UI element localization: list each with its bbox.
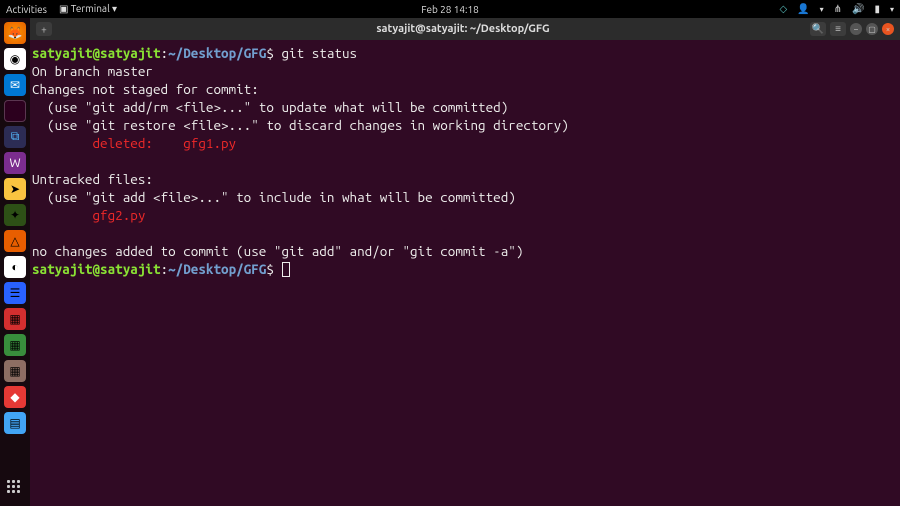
- app-menu[interactable]: ▣ Terminal ▾: [59, 3, 117, 15]
- wifi-icon: ⋔: [834, 3, 842, 15]
- prompt-dollar: $: [266, 45, 274, 61]
- output-line: (use "git add/rm <file>..." to update wh…: [32, 99, 508, 115]
- terminal-body[interactable]: satyajit@satyajit:~/Desktop/GFG$ git sta…: [30, 40, 900, 506]
- top-panel: Activities ▣ Terminal ▾ Feb 28 14:18 ◇ 👤…: [0, 0, 900, 18]
- dock-arrow[interactable]: ➤: [4, 178, 26, 200]
- dock-vscode[interactable]: ⧉: [4, 126, 26, 148]
- prompt-user: satyajit@satyajit: [32, 261, 161, 277]
- terminal-window: + satyajit@satyajit: ~/Desktop/GFG 🔍 ≡ –…: [30, 18, 900, 506]
- output-line: no changes added to commit (use "git add…: [32, 243, 523, 259]
- dock-app14[interactable]: ▦: [4, 360, 26, 382]
- chevron-down-icon: ▾: [890, 5, 894, 14]
- activities-button[interactable]: Activities: [6, 4, 47, 15]
- dock-outlook[interactable]: ✉: [4, 74, 26, 96]
- minimize-button[interactable]: –: [850, 23, 862, 35]
- output-deleted: deleted: gfg1.py: [32, 135, 236, 151]
- close-button[interactable]: ×: [882, 23, 894, 35]
- dock-app15[interactable]: ◆: [4, 386, 26, 408]
- volume-icon: 🔊: [852, 3, 864, 15]
- output-untracked: gfg2.py: [32, 207, 145, 223]
- dock-app12[interactable]: ▦: [4, 308, 26, 330]
- screenshot-icon: ◇: [779, 3, 787, 15]
- dock-chrome[interactable]: ◉: [4, 48, 26, 70]
- window-title: satyajit@satyajit: ~/Desktop/GFG: [116, 23, 810, 35]
- dock-word[interactable]: W: [4, 152, 26, 174]
- dock-terminal[interactable]: [4, 100, 26, 122]
- prompt-colon: :: [161, 261, 169, 277]
- prompt-colon: :: [161, 45, 169, 61]
- command-git-status: git status: [282, 45, 358, 61]
- terminal-icon: ▣: [59, 3, 68, 14]
- hamburger-icon: ≡: [835, 23, 841, 35]
- dock-app8[interactable]: ✦: [4, 204, 26, 226]
- dock-app16[interactable]: ▤: [4, 412, 26, 434]
- dock-vlc[interactable]: △: [4, 230, 26, 252]
- dock-app11[interactable]: ☰: [4, 282, 26, 304]
- menu-button[interactable]: ≡: [830, 22, 846, 36]
- status-area[interactable]: ◇ 👤 ▾ ⋔ 🔊 ▮ ▾: [779, 3, 894, 15]
- cursor: [282, 262, 290, 277]
- output-line: (use "git add <file>..." to include in w…: [32, 189, 516, 205]
- dock-firefox[interactable]: 🦊: [4, 22, 26, 44]
- output-line: On branch master: [32, 63, 153, 79]
- maximize-button[interactable]: ▢: [866, 23, 878, 35]
- prompt-dollar: $: [266, 261, 274, 277]
- output-line: Untracked files:: [32, 171, 153, 187]
- dock-app13[interactable]: ▦: [4, 334, 26, 356]
- output-line: (use "git restore <file>..." to discard …: [32, 117, 569, 133]
- clock[interactable]: Feb 28 14:18: [421, 4, 479, 15]
- output-line: Changes not staged for commit:: [32, 81, 259, 97]
- prompt-path: ~/Desktop/GFG: [168, 45, 266, 61]
- search-button[interactable]: 🔍: [810, 22, 826, 36]
- accessibility-icon: 👤: [797, 3, 809, 15]
- search-icon: 🔍: [812, 23, 824, 35]
- network-icon: ▾: [820, 5, 824, 14]
- new-tab-button[interactable]: +: [36, 22, 52, 36]
- show-applications-button[interactable]: [7, 480, 23, 496]
- battery-icon: ▮: [874, 3, 880, 15]
- prompt-path: ~/Desktop/GFG: [168, 261, 266, 277]
- window-titlebar: + satyajit@satyajit: ~/Desktop/GFG 🔍 ≡ –…: [30, 18, 900, 40]
- dock-app10[interactable]: ◐: [4, 256, 26, 278]
- dock: 🦊 ◉ ✉ ⧉ W ➤ ✦ △ ◐ ☰ ▦ ▦ ▦ ◆ ▤: [0, 18, 30, 506]
- app-menu-label: Terminal ▾: [71, 3, 117, 14]
- prompt-user: satyajit@satyajit: [32, 45, 161, 61]
